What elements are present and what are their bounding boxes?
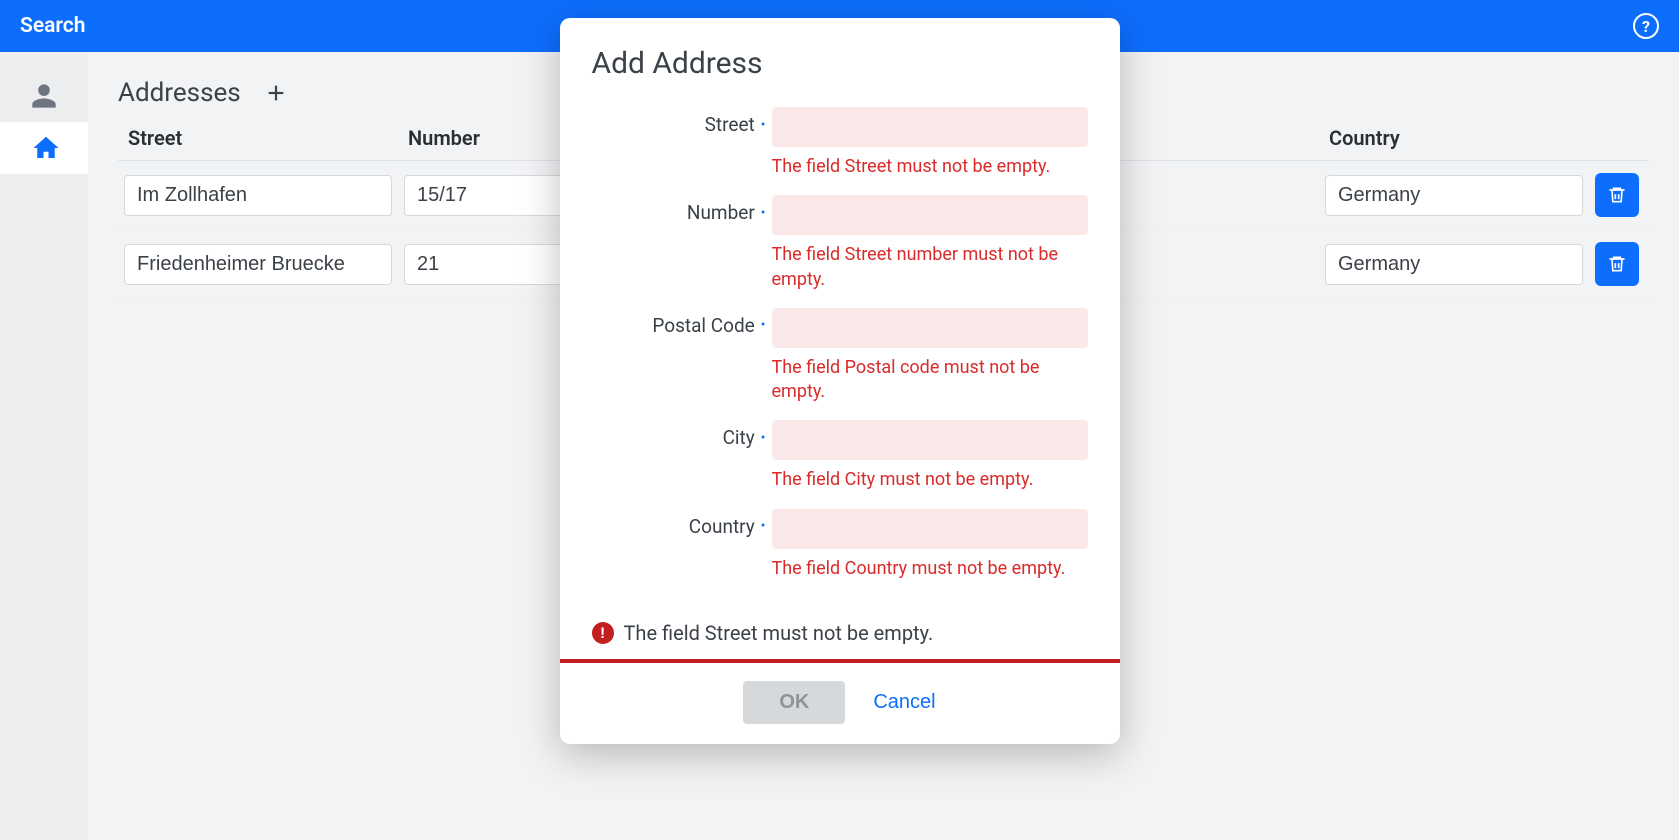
form-row-city: City • The field City must not be empty. [592, 420, 1088, 506]
number-input[interactable] [404, 175, 562, 216]
street-label: Street [705, 113, 755, 136]
col-street: Street [118, 126, 398, 150]
street-error: The field Street must not be empty. [772, 155, 1088, 179]
page-title: Search [20, 14, 85, 38]
trash-icon [1607, 254, 1627, 274]
dialog-footer: OK Cancel [560, 663, 1120, 744]
ok-button[interactable]: OK [743, 681, 845, 724]
number-label: Number [687, 201, 755, 224]
error-icon: ! [592, 622, 614, 644]
form-row-country: Country • The field Country must not be … [592, 509, 1088, 595]
dialog-body: Add Address Street • The field Street mu… [560, 18, 1120, 607]
city-label: City [723, 426, 755, 449]
postal-error: The field Postal code must not be empty. [772, 356, 1088, 405]
required-dot-icon: • [761, 317, 766, 333]
form-row-number: Number • The field Street number must no… [592, 195, 1088, 306]
required-dot-icon: • [761, 518, 766, 534]
delete-row-button[interactable] [1595, 242, 1639, 286]
country-input[interactable] [1325, 244, 1583, 285]
form-row-street: Street • The field Street must not be em… [592, 107, 1088, 193]
cancel-button[interactable]: Cancel [873, 691, 935, 714]
street-input[interactable] [124, 244, 392, 285]
section-heading: Addresses [118, 78, 241, 108]
sidebar-item-person[interactable] [0, 70, 88, 122]
col-number: Number [398, 126, 568, 150]
street-field[interactable] [772, 107, 1088, 147]
city-error: The field City must not be empty. [772, 468, 1088, 492]
street-input[interactable] [124, 175, 392, 216]
required-dot-icon: • [761, 205, 766, 221]
sidebar-item-home[interactable] [0, 122, 88, 174]
home-icon [31, 133, 61, 163]
city-field[interactable] [772, 420, 1088, 460]
add-address-button[interactable] [265, 82, 287, 104]
col-country: Country [1319, 126, 1589, 150]
number-input[interactable] [404, 244, 562, 285]
postal-field[interactable] [772, 308, 1088, 348]
form-row-postal: Postal Code • The field Postal code must… [592, 308, 1088, 419]
number-field[interactable] [772, 195, 1088, 235]
dialog-notice: ! The field Street must not be empty. [560, 607, 1120, 659]
plus-icon [265, 82, 287, 104]
country-input[interactable] [1325, 175, 1583, 216]
country-field[interactable] [772, 509, 1088, 549]
country-label: Country [689, 515, 755, 538]
country-error: The field Country must not be empty. [772, 557, 1088, 581]
dialog-title: Add Address [592, 46, 1088, 81]
required-dot-icon: • [761, 117, 766, 133]
delete-row-button[interactable] [1595, 173, 1639, 217]
dialog-notice-text: The field Street must not be empty. [624, 621, 934, 645]
required-dot-icon: • [761, 430, 766, 446]
number-error: The field Street number must not be empt… [772, 243, 1088, 292]
help-icon[interactable]: ? [1633, 13, 1659, 39]
person-icon [30, 82, 58, 110]
sidebar [0, 52, 88, 840]
trash-icon [1607, 185, 1627, 205]
postal-label: Postal Code [652, 314, 754, 337]
add-address-dialog: Add Address Street • The field Street mu… [560, 18, 1120, 744]
